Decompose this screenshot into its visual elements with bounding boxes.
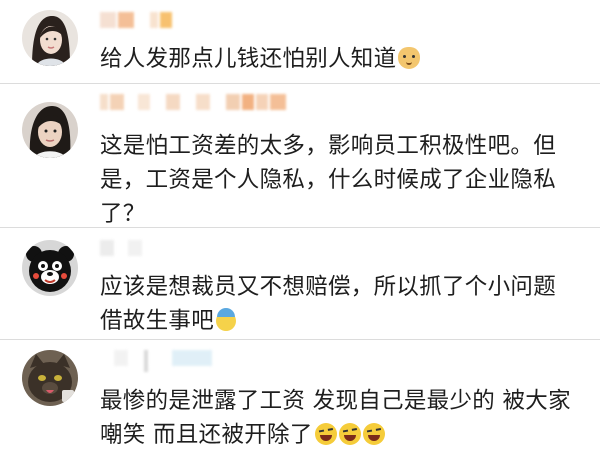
comment-text: 给人发那点儿钱还怕别人知道 (100, 42, 574, 76)
username-blurred[interactable] (100, 94, 286, 110)
kumamon-avatar-icon (22, 240, 78, 296)
avatar[interactable] (22, 240, 78, 296)
comment-line: 最惨的是泄露了工资 发现自己是最少的 被大家 (100, 388, 571, 414)
comment-line: 嘲笑 而且还被开除了 (100, 422, 313, 448)
comment-item: 给人发那点儿钱还怕别人知道 (0, 0, 600, 84)
avatar[interactable] (22, 10, 78, 66)
comment-text: 最惨的是泄露了工资 发现自己是最少的 被大家 嘲笑 而且还被开除了 (100, 384, 574, 452)
comment-line: 借故生事吧 (100, 308, 215, 334)
avatar[interactable] (22, 350, 78, 406)
umbrella-emoji-icon (216, 308, 237, 331)
comment-line: 了？ (100, 201, 146, 227)
comment-text: 这是怕工资差的太多，影响员工积极性吧。但 是，工资是个人隐私，什么时候成了企业隐… (100, 129, 574, 231)
comment-item: 这是怕工资差的太多，影响员工积极性吧。但 是，工资是个人隐私，什么时候成了企业隐… (0, 84, 600, 228)
avatar-image (22, 102, 78, 158)
username-blurred[interactable] (100, 350, 212, 372)
comment-text: 应该是想裁员又不想赔偿，所以抓了个小问题 借故生事吧 (100, 270, 574, 338)
comment-line: 这是怕工资差的太多，影响员工积极性吧。但 (100, 133, 557, 159)
avatar[interactable] (22, 102, 78, 158)
comment-line: 给人发那点儿钱还怕别人知道 (100, 46, 397, 72)
comment-item: 最惨的是泄露了工资 发现自己是最少的 被大家 嘲笑 而且还被开除了 (0, 340, 600, 456)
doge-emoji-icon (398, 47, 421, 69)
laugh-cry-emoji-icon (362, 423, 385, 445)
avatar-image (22, 10, 78, 66)
laugh-cry-emoji-icon (314, 423, 337, 445)
cat-avatar-icon (22, 350, 78, 406)
comment-line: 应该是想裁员又不想赔偿，所以抓了个小问题 (100, 274, 557, 300)
username-blurred[interactable] (100, 12, 172, 28)
comment-line: 是，工资是个人隐私，什么时候成了企业隐私 (100, 167, 557, 193)
username-blurred[interactable] (100, 240, 142, 256)
comment-item: 应该是想裁员又不想赔偿，所以抓了个小问题 借故生事吧 (0, 228, 600, 340)
laugh-cry-emoji-icon (338, 423, 361, 445)
